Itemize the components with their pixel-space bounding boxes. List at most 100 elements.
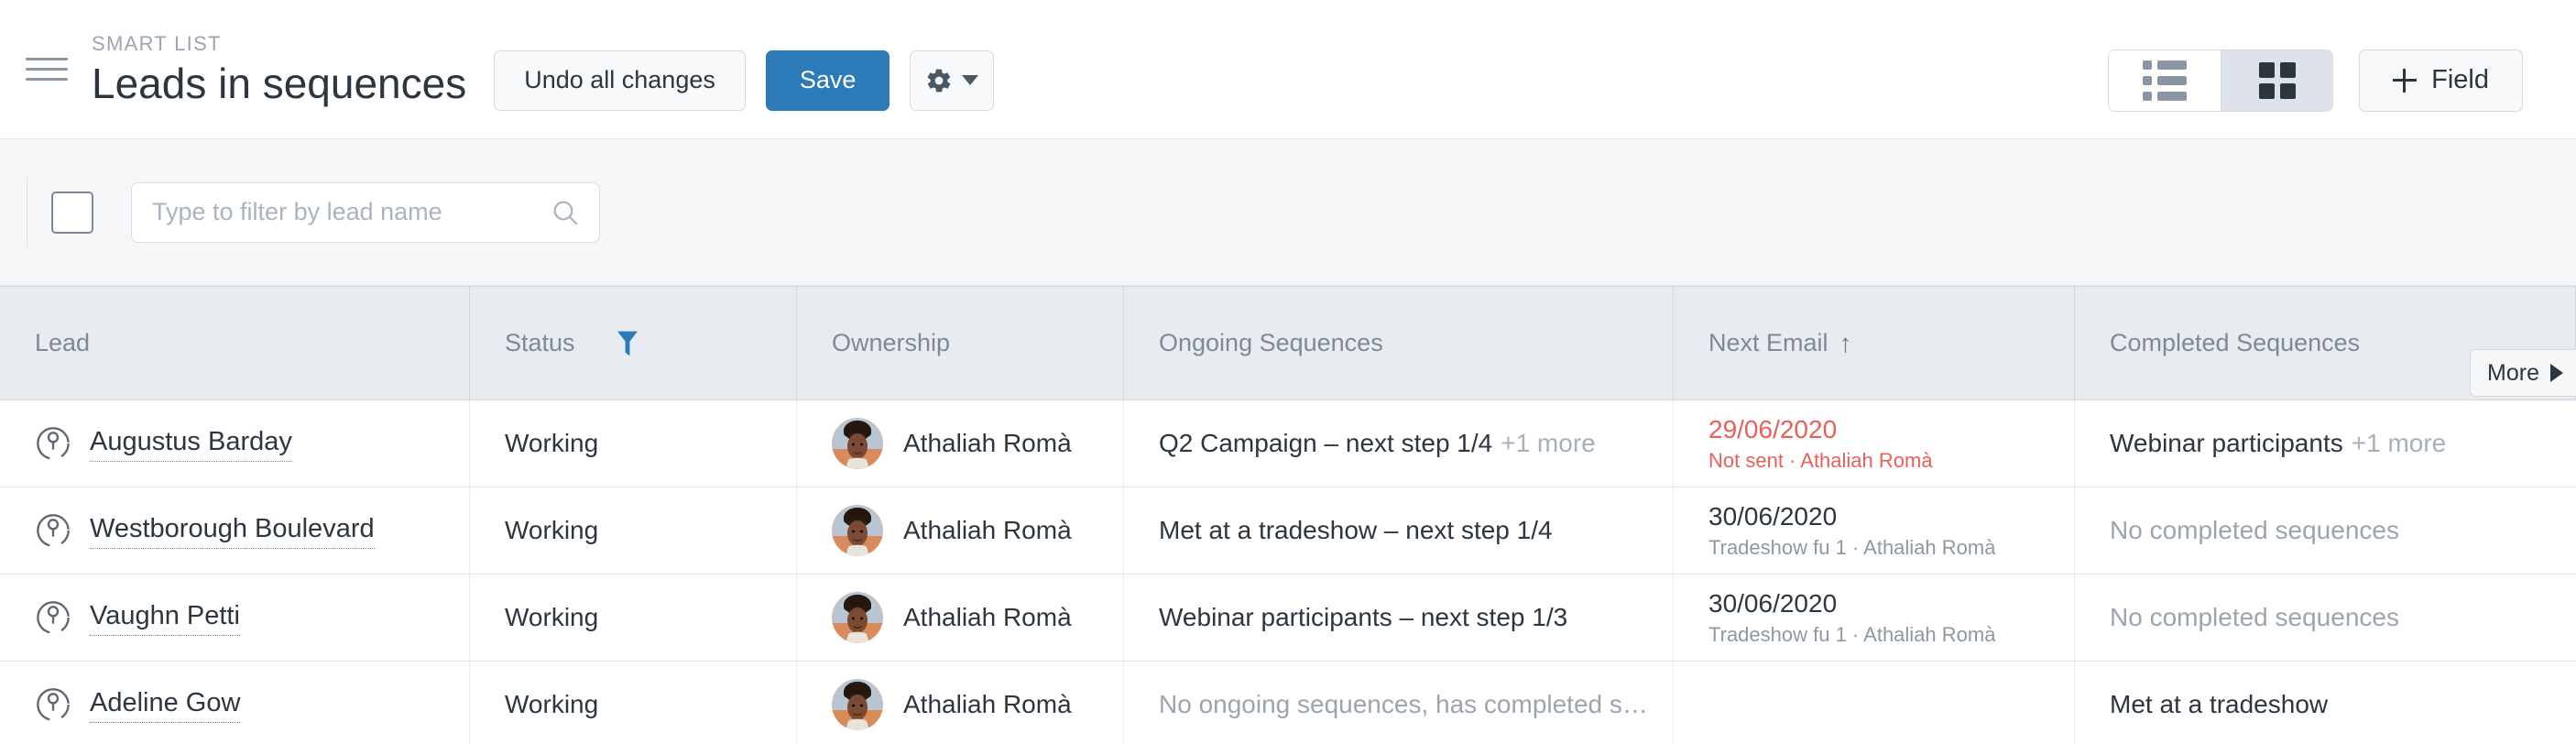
cell-completed-sequences[interactable]: Met at a tradeshow bbox=[2075, 662, 2576, 744]
search-field-wrapper bbox=[131, 181, 600, 243]
column-header-status[interactable]: Status bbox=[470, 287, 797, 399]
header-right-actions: Field bbox=[2108, 49, 2523, 112]
settings-dropdown-button[interactable] bbox=[910, 49, 995, 111]
view-mode-toggle bbox=[2108, 49, 2334, 112]
cell-ownership[interactable]: Athaliah Romà bbox=[797, 662, 1124, 744]
avatar bbox=[832, 592, 883, 643]
hamburger-bar bbox=[26, 78, 68, 81]
avatar bbox=[832, 505, 883, 556]
avatar-image bbox=[832, 592, 883, 643]
hamburger-bar bbox=[26, 58, 68, 60]
avatar-image bbox=[832, 418, 883, 469]
table-row[interactable]: Vaughn Petti Working Athaliah Romà Webin… bbox=[0, 574, 2576, 662]
table-row[interactable]: Westborough Boulevard Working Athaliah R… bbox=[0, 487, 2576, 574]
select-all-checkbox[interactable] bbox=[51, 191, 93, 234]
lead-cell-content: Augustus Barday bbox=[35, 425, 292, 462]
filter-funnel-icon[interactable] bbox=[614, 328, 641, 359]
cell-next-email[interactable]: 29/06/2020 Not sent · Athaliah Romà bbox=[1674, 400, 2075, 487]
ownership-cell-content: Athaliah Romà bbox=[832, 418, 1072, 469]
cell-status[interactable]: Working bbox=[470, 662, 797, 744]
lead-name-link[interactable]: Augustus Barday bbox=[90, 425, 292, 462]
save-button[interactable]: Save bbox=[765, 49, 890, 111]
cell-lead: Adeline Gow bbox=[0, 662, 470, 744]
avatar bbox=[832, 679, 883, 730]
search-input[interactable] bbox=[131, 181, 600, 243]
lead-circle-icon bbox=[37, 427, 70, 460]
table-header-row: Lead Status Ownership Ongoing Sequences … bbox=[0, 286, 2576, 400]
cell-status[interactable]: Working bbox=[470, 487, 797, 574]
cell-lead: Vaughn Petti bbox=[0, 574, 470, 661]
lead-name-link[interactable]: Vaughn Petti bbox=[90, 599, 240, 636]
add-field-label: Field bbox=[2431, 65, 2489, 94]
cell-status[interactable]: Working bbox=[470, 574, 797, 661]
ongoing-sequence-text: Webinar participants – next step 1/3 bbox=[1159, 603, 1568, 631]
column-header-ownership[interactable]: Ownership bbox=[797, 287, 1124, 399]
hamburger-bar bbox=[26, 68, 68, 71]
next-email-detail: Tradeshow fu 1 · Athaliah Romà bbox=[1708, 535, 1996, 559]
plus-icon bbox=[2393, 68, 2418, 93]
list-view-button[interactable] bbox=[2109, 49, 2221, 111]
gear-icon bbox=[928, 69, 951, 92]
owner-name: Athaliah Romà bbox=[903, 429, 1072, 457]
table-row[interactable]: Augustus Barday Working Athaliah Romà Q2… bbox=[0, 400, 2576, 487]
column-header-lead[interactable]: Lead bbox=[0, 287, 470, 399]
lead-name-link[interactable]: Adeline Gow bbox=[90, 686, 241, 723]
filter-bar bbox=[0, 139, 2576, 286]
ongoing-sequence-text: Met at a tradeshow – next step 1/4 bbox=[1159, 516, 1553, 544]
next-email-date: 29/06/2020 bbox=[1708, 414, 1838, 443]
lead-cell-content: Adeline Gow bbox=[35, 686, 241, 723]
completed-sequence-text: Met at a tradeshow bbox=[2110, 690, 2329, 718]
column-header-label: Lead bbox=[35, 329, 91, 356]
cell-ownership[interactable]: Athaliah Romà bbox=[797, 487, 1124, 574]
cell-lead: Westborough Boulevard bbox=[0, 487, 470, 574]
next-email-date: 30/06/2020 bbox=[1708, 501, 1838, 531]
cell-completed-sequences[interactable]: No completed sequences bbox=[2075, 574, 2576, 661]
avatar-image bbox=[832, 679, 883, 730]
ongoing-sequence-text: No ongoing sequences, has completed s… bbox=[1159, 690, 1648, 718]
cell-ownership[interactable]: Athaliah Romà bbox=[797, 400, 1124, 487]
table-row[interactable]: Adeline Gow Working Athaliah Romà No ong… bbox=[0, 662, 2576, 744]
cell-next-email[interactable]: 30/06/2020 Tradeshow fu 1 · Athaliah Rom… bbox=[1674, 574, 2075, 661]
undo-all-changes-button[interactable]: Undo all changes bbox=[494, 49, 746, 111]
status-value: Working bbox=[505, 516, 599, 544]
lead-circle-icon bbox=[37, 601, 70, 634]
lead-cell-content: Westborough Boulevard bbox=[35, 512, 375, 549]
grid-view-button[interactable] bbox=[2221, 49, 2333, 111]
triangle-right-icon bbox=[2550, 364, 2563, 382]
cell-ongoing-sequences[interactable]: Q2 Campaign – next step 1/4 +1 more bbox=[1124, 400, 1674, 487]
cell-ongoing-sequences[interactable]: Webinar participants – next step 1/3 bbox=[1124, 574, 1674, 661]
completed-sequence-text: No completed sequences bbox=[2110, 603, 2399, 631]
column-header-ongoing-sequences[interactable]: Ongoing Sequences bbox=[1124, 287, 1674, 399]
completed-more-link[interactable]: +1 more bbox=[2352, 429, 2447, 458]
header-actions: Undo all changes Save bbox=[494, 49, 995, 111]
ongoing-sequence-text: Q2 Campaign – next step 1/4 bbox=[1159, 429, 1493, 457]
add-field-button[interactable]: Field bbox=[2359, 49, 2523, 112]
status-value: Working bbox=[505, 690, 599, 718]
cell-completed-sequences[interactable]: No completed sequences bbox=[2075, 487, 2576, 574]
cell-ongoing-sequences[interactable]: Met at a tradeshow – next step 1/4 bbox=[1124, 487, 1674, 574]
lead-circle-icon bbox=[37, 514, 70, 547]
cell-ongoing-sequences[interactable]: No ongoing sequences, has completed s… bbox=[1124, 662, 1674, 744]
owner-name: Athaliah Romà bbox=[903, 690, 1072, 718]
lead-name-link[interactable]: Westborough Boulevard bbox=[90, 512, 375, 549]
cell-next-email[interactable] bbox=[1674, 662, 2075, 744]
ownership-cell-content: Athaliah Romà bbox=[832, 679, 1072, 730]
column-header-label: Status bbox=[505, 329, 575, 356]
hamburger-menu-icon[interactable] bbox=[26, 58, 68, 81]
status-value: Working bbox=[505, 603, 599, 631]
next-email-detail: Not sent · Athaliah Romà bbox=[1708, 448, 1933, 472]
cell-next-email[interactable]: 30/06/2020 Tradeshow fu 1 · Athaliah Rom… bbox=[1674, 487, 2075, 574]
cell-completed-sequences[interactable]: Webinar participants +1 more bbox=[2075, 400, 2576, 487]
sort-ascending-icon[interactable]: ↑ bbox=[1839, 329, 1852, 358]
more-columns-button[interactable]: More bbox=[2470, 349, 2576, 397]
caret-down-icon bbox=[962, 75, 979, 85]
column-header-next-email[interactable]: Next Email ↑ bbox=[1674, 287, 2075, 399]
ongoing-more-link[interactable]: +1 more bbox=[1501, 429, 1596, 458]
column-header-label: Completed Sequences bbox=[2110, 329, 2361, 356]
completed-sequence-text: No completed sequences bbox=[2110, 516, 2399, 544]
completed-sequence-text: Webinar participants bbox=[2110, 429, 2343, 457]
cell-status[interactable]: Working bbox=[470, 400, 797, 487]
cell-ownership[interactable]: Athaliah Romà bbox=[797, 574, 1124, 661]
lead-cell-content: Vaughn Petti bbox=[35, 599, 240, 636]
column-header-label: Next Email bbox=[1708, 329, 1828, 356]
